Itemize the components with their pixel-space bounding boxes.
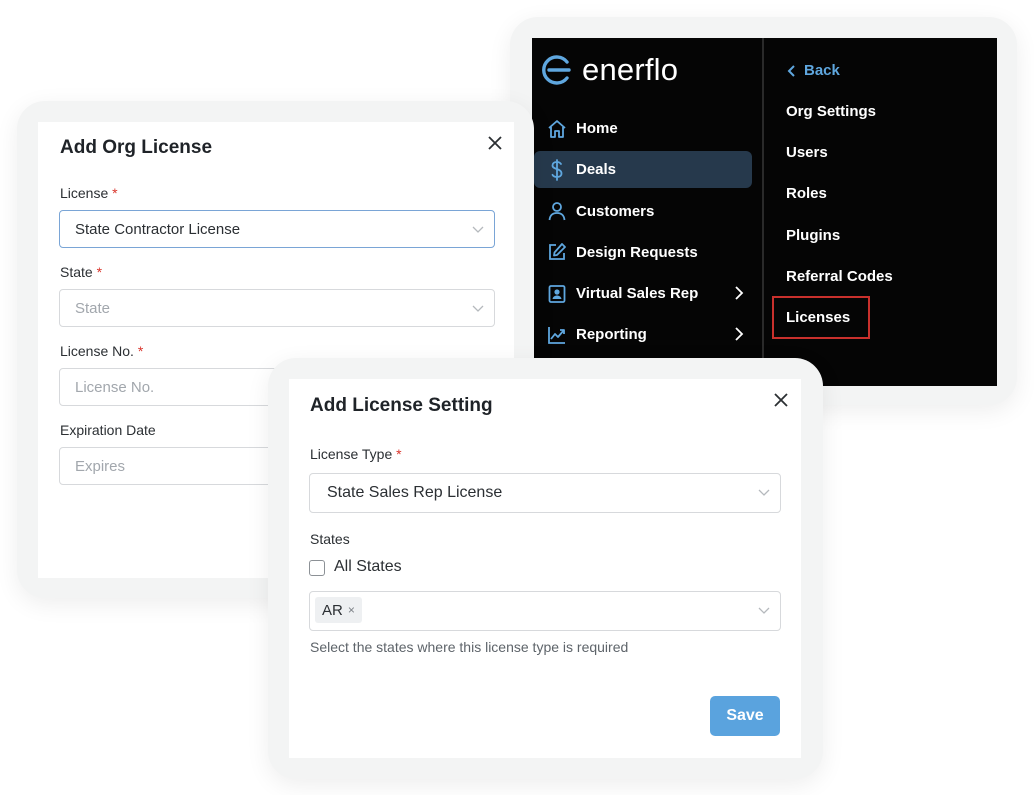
nav-item-label: Customers bbox=[576, 202, 655, 220]
state-chip-label: AR bbox=[322, 601, 343, 619]
states-helper-text: Select the states where this license typ… bbox=[310, 639, 629, 655]
chevron-down-icon bbox=[758, 607, 770, 614]
state-label-text: State bbox=[60, 264, 93, 280]
modal-title: Add Org License bbox=[60, 137, 213, 158]
expiration-date-placeholder: Expires bbox=[75, 457, 126, 475]
state-label: State * bbox=[60, 264, 102, 280]
chart-icon bbox=[546, 324, 568, 346]
license-type-select-value: State Sales Rep License bbox=[327, 484, 503, 501]
required-mark: * bbox=[96, 264, 103, 280]
home-icon bbox=[546, 118, 568, 140]
license-no-label: License No. * bbox=[60, 343, 143, 359]
chevron-right-icon bbox=[735, 286, 744, 300]
required-mark: * bbox=[112, 185, 118, 201]
license-type-select[interactable]: State Sales Rep License bbox=[309, 473, 781, 513]
states-multiselect[interactable] bbox=[309, 591, 781, 631]
license-type-label: License Type * bbox=[310, 446, 402, 462]
license-select[interactable]: State Contractor License bbox=[59, 210, 495, 248]
all-states-label: All States bbox=[334, 558, 402, 575]
states-label: States bbox=[310, 531, 350, 547]
nav-item-virtual-sales-rep[interactable]: Virtual Sales Rep bbox=[534, 275, 752, 312]
license-label-text: License bbox=[60, 185, 109, 201]
back-label: Back bbox=[804, 62, 840, 79]
edit-icon bbox=[546, 241, 568, 263]
chevron-right-icon bbox=[735, 327, 744, 342]
contact-icon bbox=[546, 283, 568, 305]
chevron-down-icon bbox=[472, 305, 484, 312]
main-nav-list: Home Deals Customers Design Requests Vir… bbox=[534, 110, 752, 358]
licenses-highlight-box bbox=[772, 296, 870, 339]
chip-remove-icon[interactable]: × bbox=[348, 603, 355, 617]
license-type-label-text: License Type bbox=[310, 446, 393, 462]
save-button[interactable]: Save bbox=[710, 696, 780, 736]
nav-divider bbox=[762, 38, 764, 386]
chevron-down-icon bbox=[758, 489, 770, 496]
submenu-item-users[interactable]: Users bbox=[786, 144, 828, 161]
back-link[interactable]: Back bbox=[786, 62, 840, 79]
license-label: License * bbox=[60, 185, 118, 201]
nav-item-reporting[interactable]: Reporting bbox=[534, 316, 752, 353]
submenu-item-org-settings[interactable]: Org Settings bbox=[786, 103, 876, 120]
close-icon[interactable] bbox=[487, 135, 503, 151]
app-navigation: enerflo Home Deals Customers Design Requ… bbox=[532, 38, 997, 386]
dollar-icon bbox=[546, 158, 568, 181]
enerflo-logo-icon bbox=[542, 55, 571, 85]
nav-item-home[interactable]: Home bbox=[534, 110, 752, 147]
submenu-item-referral-codes[interactable]: Referral Codes bbox=[786, 268, 893, 285]
nav-item-label: Design Requests bbox=[576, 243, 698, 261]
chevron-left-icon bbox=[787, 64, 795, 77]
expiration-date-label: Expiration Date bbox=[60, 422, 156, 438]
submenu-item-plugins[interactable]: Plugins bbox=[786, 227, 840, 244]
user-icon bbox=[546, 200, 568, 222]
nav-item-label: Virtual Sales Rep bbox=[576, 285, 699, 303]
state-select[interactable]: State bbox=[59, 289, 495, 327]
all-states-checkbox[interactable] bbox=[309, 560, 325, 576]
state-chip-ar: AR × bbox=[315, 597, 362, 623]
nav-item-design-requests[interactable]: Design Requests bbox=[534, 234, 752, 271]
nav-item-label: Reporting bbox=[576, 326, 647, 344]
brand-name: enerflo bbox=[582, 52, 679, 87]
required-mark: * bbox=[137, 343, 144, 359]
close-icon[interactable] bbox=[773, 392, 789, 408]
nav-item-label: Deals bbox=[576, 161, 617, 179]
modal-title: Add License Setting bbox=[310, 395, 493, 416]
nav-item-customers[interactable]: Customers bbox=[534, 193, 752, 230]
license-select-value: State Contractor License bbox=[75, 220, 241, 238]
license-no-label-text: License No. bbox=[60, 343, 134, 359]
nav-item-label: Home bbox=[576, 120, 618, 137]
add-license-setting-modal: Add License Setting License Type * State… bbox=[289, 379, 801, 758]
enerflo-logo: enerflo bbox=[540, 50, 678, 90]
submenu-item-roles[interactable]: Roles bbox=[786, 185, 827, 202]
required-mark: * bbox=[396, 446, 402, 462]
state-select-placeholder: State bbox=[75, 299, 111, 317]
license-no-placeholder: License No. bbox=[75, 378, 155, 396]
nav-item-deals[interactable]: Deals bbox=[534, 151, 752, 189]
chevron-down-icon bbox=[472, 226, 484, 233]
